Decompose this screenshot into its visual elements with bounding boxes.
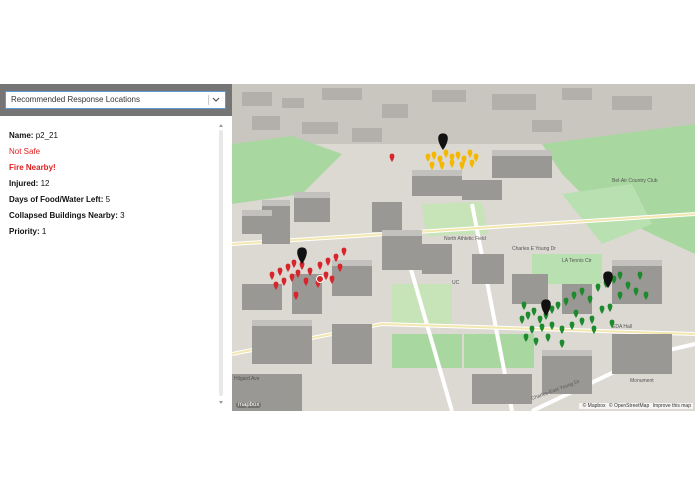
collapsed-value: 3 — [120, 211, 125, 220]
dropdown-selected-value: Recommended Response Locations — [11, 95, 140, 104]
scroll-up-icon[interactable] — [219, 124, 223, 127]
name-row: Name: p2_21 — [9, 128, 219, 144]
injured-value: 12 — [40, 179, 50, 188]
fire-warning: Fire Nearby! — [9, 163, 56, 172]
name-value: p2_21 — [35, 131, 58, 140]
status-text: Not Safe — [9, 147, 41, 156]
dropdown-bar: Recommended Response Locations — [0, 84, 232, 116]
street-label-5: Hilgard Ave — [234, 376, 260, 382]
food-value: 5 — [105, 195, 111, 204]
food-label: Days of Food/Water Left: — [9, 195, 104, 204]
priority-label: Priority: — [9, 227, 40, 236]
attribution-improve[interactable]: Improve this map — [653, 403, 691, 409]
priority-value: 1 — [41, 227, 47, 236]
attribution-mapbox[interactable]: © Mapbox — [583, 403, 606, 409]
street-label-9: UC — [452, 280, 460, 286]
location-details: Name: p2_21 Not Safe Fire Nearby! Injure… — [9, 128, 219, 240]
map-view[interactable]: Charles E Young Dr North Athletic Field … — [232, 84, 695, 411]
scrollbar-thumb[interactable] — [219, 130, 223, 396]
selected-marker[interactable] — [316, 275, 324, 283]
sidebar-panel: Recommended Response Locations Name: p2_… — [0, 84, 232, 411]
name-label: Name: — [9, 131, 34, 140]
map-attribution: © Mapbox © OpenStreetMap Improve this ma… — [578, 403, 693, 409]
dropdown-separator — [208, 95, 209, 105]
injured-row: Injured: 12 — [9, 176, 219, 192]
street-label-7: Bel-Air Country Club — [612, 178, 658, 184]
injured-label: Injured: — [9, 179, 39, 188]
response-locations-dropdown[interactable]: Recommended Response Locations — [5, 91, 226, 109]
street-label-1: Charles E Young Dr — [512, 246, 556, 252]
mapbox-logo[interactable]: mapbox — [236, 402, 262, 408]
priority-row: Priority: 1 — [9, 224, 219, 240]
street-label-2: North Athletic Field — [444, 236, 486, 242]
app-window: Recommended Response Locations Name: p2_… — [0, 84, 695, 411]
collapsed-label: Collapsed Buildings Nearby: — [9, 211, 118, 220]
attribution-osm[interactable]: © OpenStreetMap — [609, 403, 649, 409]
street-label-6: Monument — [630, 378, 654, 384]
map-canvas[interactable]: Charles E Young Dr North Athletic Field … — [232, 84, 695, 411]
street-label-3: LA Tennis Ctr — [562, 258, 592, 264]
food-row: Days of Food/Water Left: 5 — [9, 192, 219, 208]
details-scrollbar[interactable] — [218, 124, 224, 404]
scroll-down-icon[interactable] — [219, 401, 223, 404]
collapsed-row: Collapsed Buildings Nearby: 3 — [9, 208, 219, 224]
chevron-down-icon[interactable] — [210, 92, 222, 108]
fire-row: Fire Nearby! — [9, 160, 219, 176]
street-label-4: EDA Hall — [612, 324, 632, 330]
